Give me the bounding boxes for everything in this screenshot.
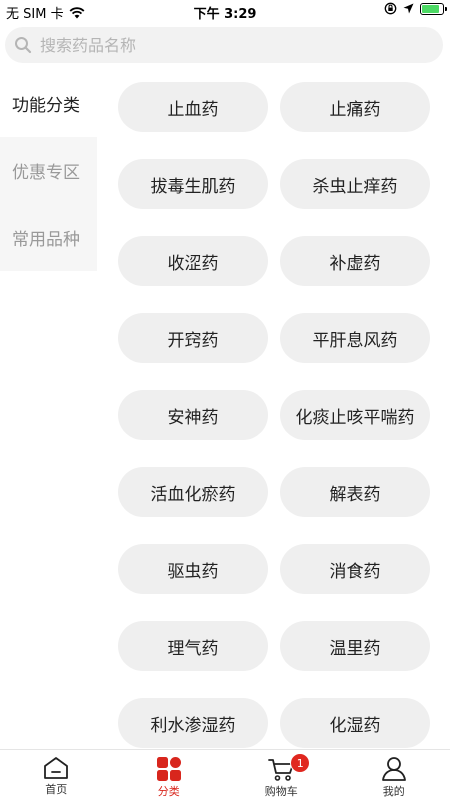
category-pill[interactable]: 消食药 bbox=[280, 544, 430, 594]
status-right bbox=[384, 2, 447, 15]
sidebar-item-label: 功能分类 bbox=[12, 96, 80, 116]
category-pill[interactable]: 止血药 bbox=[118, 82, 268, 132]
sidebar-item-functional[interactable]: 功能分类 bbox=[0, 70, 97, 137]
category-grid: 止血药 止痛药 拔毒生肌药 杀虫止痒药 收涩药 补虚药 开窍药 平肝息风药 安神… bbox=[118, 82, 430, 748]
battery-level bbox=[422, 4, 439, 13]
bottom-tab-bar: 首页 分类 购物车 1 我的 bbox=[0, 749, 450, 800]
sidebar-item-label: 优惠专区 bbox=[12, 163, 80, 183]
orientation-lock-icon bbox=[384, 2, 397, 15]
search-input[interactable] bbox=[40, 35, 400, 55]
tab-label: 购物车 bbox=[264, 785, 298, 798]
tab-category[interactable]: 分类 bbox=[113, 750, 226, 800]
status-time: 下午 3:29 bbox=[193, 7, 257, 22]
sidebar-item-discount[interactable]: 优惠专区 bbox=[0, 137, 97, 204]
tab-label: 首页 bbox=[45, 783, 68, 796]
category-pill[interactable]: 化湿药 bbox=[280, 698, 430, 748]
category-sidebar: 功能分类 优惠专区 常用品种 bbox=[0, 70, 97, 271]
category-pill[interactable]: 补虚药 bbox=[280, 236, 430, 286]
category-pill[interactable]: 收涩药 bbox=[118, 236, 268, 286]
home-icon bbox=[44, 757, 69, 779]
category-pill[interactable]: 驱虫药 bbox=[118, 544, 268, 594]
cart-count-badge: 1 bbox=[290, 753, 311, 773]
tab-profile[interactable]: 我的 bbox=[338, 750, 450, 800]
category-icon bbox=[156, 757, 181, 781]
category-pill[interactable]: 化痰止咳平喘药 bbox=[280, 390, 430, 440]
sidebar-item-common[interactable]: 常用品种 bbox=[0, 204, 97, 271]
status-bar: 无 SIM 卡 下午 3:29 bbox=[0, 0, 450, 22]
location-icon bbox=[403, 3, 414, 14]
category-pill[interactable]: 解表药 bbox=[280, 467, 430, 517]
category-pill[interactable]: 活血化瘀药 bbox=[118, 467, 268, 517]
category-pill[interactable]: 利水渗湿药 bbox=[118, 698, 268, 748]
tab-label: 分类 bbox=[157, 785, 180, 798]
category-pill[interactable]: 安神药 bbox=[118, 390, 268, 440]
search-icon bbox=[15, 37, 32, 54]
tab-cart[interactable]: 购物车 1 bbox=[225, 750, 338, 800]
category-pill[interactable]: 拔毒生肌药 bbox=[118, 159, 268, 209]
category-pill[interactable]: 温里药 bbox=[280, 621, 430, 671]
category-pill[interactable]: 理气药 bbox=[118, 621, 268, 671]
category-pill[interactable]: 止痛药 bbox=[280, 82, 430, 132]
category-pill[interactable]: 开窍药 bbox=[118, 313, 268, 363]
category-pill[interactable]: 杀虫止痒药 bbox=[280, 159, 430, 209]
tab-home[interactable]: 首页 bbox=[0, 750, 113, 800]
profile-icon bbox=[381, 757, 406, 781]
tab-label: 我的 bbox=[382, 785, 405, 798]
search-bar[interactable] bbox=[5, 27, 443, 63]
battery-icon bbox=[420, 2, 447, 15]
category-pill[interactable]: 平肝息风药 bbox=[280, 313, 430, 363]
sidebar-item-label: 常用品种 bbox=[12, 230, 80, 250]
